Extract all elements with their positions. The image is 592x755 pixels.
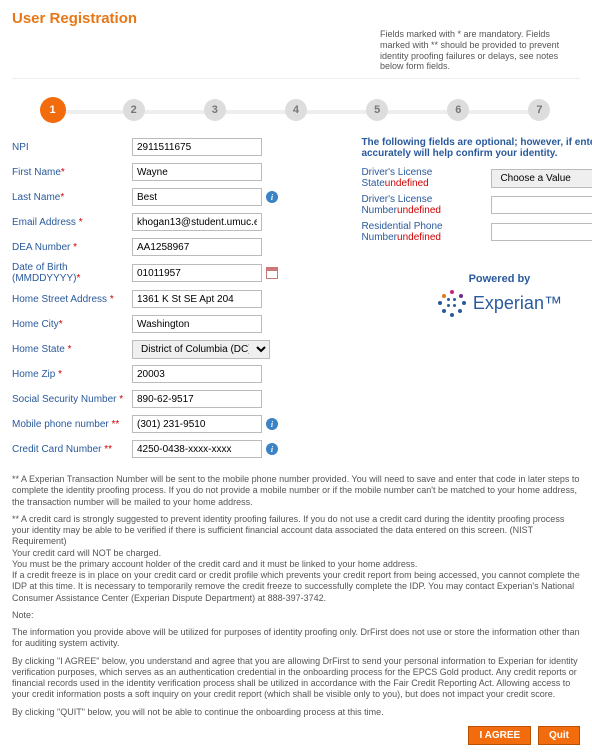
field-label: Mobile phone number **: [12, 419, 132, 430]
right-column: The following fields are optional; howev…: [361, 137, 592, 464]
step-5[interactable]: 5: [337, 99, 418, 121]
field-row: Home Zip *: [12, 364, 341, 384]
field-row: Social Security Number *: [12, 389, 341, 409]
social-security-number-input[interactable]: [132, 390, 262, 408]
field-label: Driver's License Stateundefined: [361, 167, 491, 189]
field-row: DEA Number *: [12, 237, 341, 257]
info-icon[interactable]: i: [266, 191, 278, 203]
field-row: Date of Birth (MMDDYYYY)*: [12, 262, 341, 284]
field-row: Mobile phone number ** i: [12, 414, 341, 434]
first-name-input[interactable]: [132, 163, 262, 181]
field-label: Home State *: [12, 344, 132, 355]
experian-badge: Powered by Experian™: [361, 273, 592, 318]
step-wizard: 1 2 3 4 5 6 7: [12, 78, 580, 133]
field-label: Driver's License Numberundefined: [361, 194, 491, 216]
disclaimer-paragraph: By clicking "QUIT" below, you will not b…: [12, 707, 580, 718]
home-state-select[interactable]: District of Columbia (DC): [132, 340, 270, 359]
field-row: Last Name* i: [12, 187, 341, 207]
disclaimer-paragraph: ** A credit card is strongly suggested t…: [12, 514, 580, 604]
home-street-address-input[interactable]: [132, 290, 262, 308]
disclaimer-paragraph: By clicking "I AGREE" below, you underst…: [12, 656, 580, 701]
step-1[interactable]: 1: [12, 97, 93, 123]
quit-button[interactable]: Quit: [538, 726, 580, 745]
field-label: Credit Card Number **: [12, 444, 132, 455]
field-label: Residential Phone Numberundefined: [361, 221, 491, 243]
last-name-input[interactable]: [132, 188, 262, 206]
field-label: Home City*: [12, 319, 132, 330]
field-label: DEA Number *: [12, 242, 132, 253]
disclaimer-paragraph: ** A Experian Transaction Number will be…: [12, 474, 580, 508]
step-6[interactable]: 6: [418, 99, 499, 121]
experian-name: Experian™: [473, 293, 562, 314]
field-row: Email Address *: [12, 212, 341, 232]
experian-logo-icon: [437, 288, 467, 318]
disclaimer-paragraph: The information you provide above will b…: [12, 627, 580, 650]
field-label: Home Zip *: [12, 369, 132, 380]
field-row: First Name*: [12, 162, 341, 182]
driver-s-license-state-select[interactable]: Choose a Value: [491, 169, 592, 188]
step-2[interactable]: 2: [93, 99, 174, 121]
npi-input[interactable]: [132, 138, 262, 156]
optional-note: The following fields are optional; howev…: [361, 137, 592, 159]
field-label: Last Name*: [12, 192, 132, 203]
residential-phone-number-input[interactable]: [491, 223, 592, 241]
credit-card-number-input[interactable]: [132, 440, 262, 458]
home-zip-input[interactable]: [132, 365, 262, 383]
disclaimer-block: ** A Experian Transaction Number will be…: [12, 474, 580, 718]
calendar-icon[interactable]: [266, 267, 278, 279]
disclaimer-paragraph: Note:: [12, 610, 580, 621]
field-row: NPI: [12, 137, 341, 157]
info-icon[interactable]: i: [266, 443, 278, 455]
page-title: User Registration: [12, 0, 580, 31]
field-label: Home Street Address *: [12, 294, 132, 305]
field-label: Email Address *: [12, 217, 132, 228]
home-city-input[interactable]: [132, 315, 262, 333]
driver-s-license-number-input[interactable]: [491, 196, 592, 214]
field-row: Driver's License Numberundefined i: [361, 194, 592, 216]
field-row: Home Street Address *: [12, 289, 341, 309]
field-label: Date of Birth (MMDDYYYY)*: [12, 262, 132, 284]
date-of-birth-mmddyyyy--input[interactable]: [132, 264, 262, 282]
mobile-phone-number-input[interactable]: [132, 415, 262, 433]
step-7[interactable]: 7: [499, 99, 580, 121]
email-address-input[interactable]: [132, 213, 262, 231]
field-label: NPI: [12, 142, 132, 153]
left-column: NPI First Name* Last Name* i Email Addre…: [12, 137, 341, 464]
field-row: Driver's License Stateundefined Choose a…: [361, 167, 592, 189]
field-label: Social Security Number *: [12, 394, 132, 405]
field-row: Home State * District of Columbia (DC): [12, 339, 341, 359]
step-4[interactable]: 4: [255, 99, 336, 121]
field-row: Home City*: [12, 314, 341, 334]
field-row: Residential Phone Numberundefined i: [361, 221, 592, 243]
info-icon[interactable]: i: [266, 418, 278, 430]
field-row: Credit Card Number ** i: [12, 439, 341, 459]
i-agree-button[interactable]: I AGREE: [468, 726, 531, 745]
step-3[interactable]: 3: [174, 99, 255, 121]
field-label: First Name*: [12, 167, 132, 178]
header-mandatory-note: Fields marked with * are mandatory. Fiel…: [380, 29, 580, 72]
dea-number-input[interactable]: [132, 238, 262, 256]
